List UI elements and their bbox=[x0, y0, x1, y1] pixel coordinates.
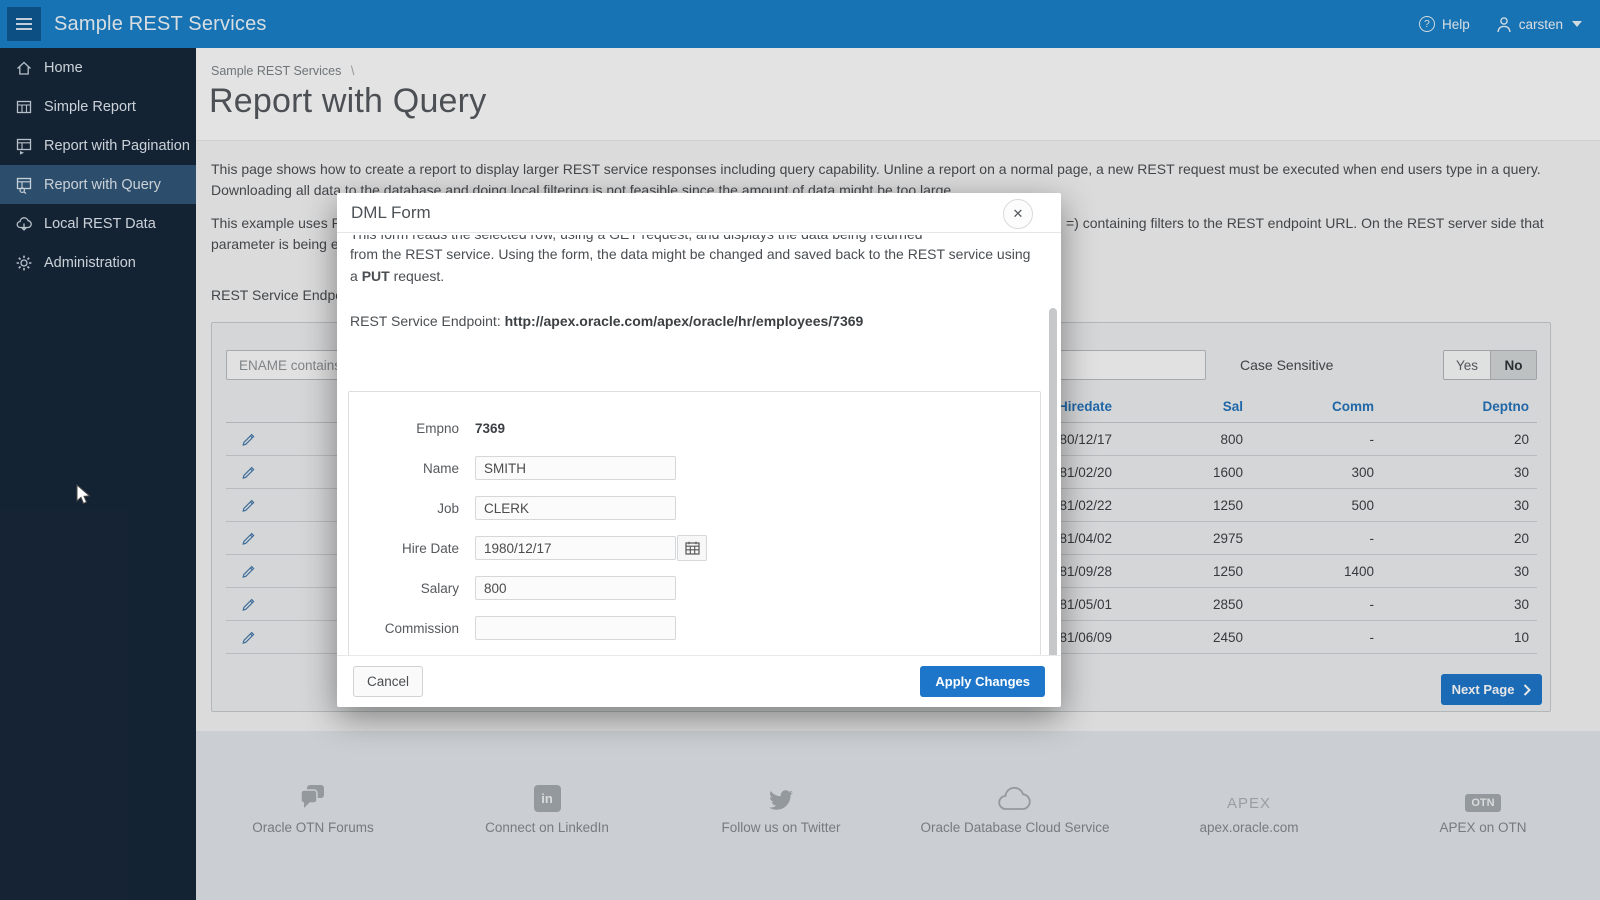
form-row-salary: Salary bbox=[349, 576, 1040, 600]
clipped-text-line: This form reads the selected row, using … bbox=[350, 235, 1035, 244]
job-label: Job bbox=[349, 501, 459, 516]
commission-field[interactable] bbox=[475, 616, 676, 640]
hiredate-label: Hire Date bbox=[349, 541, 459, 556]
form-row-hiredate: Hire Date bbox=[349, 536, 1040, 560]
dialog-body: This form reads the selected row, using … bbox=[337, 233, 1061, 655]
calendar-icon bbox=[685, 541, 700, 555]
app-screen: Sample REST Services ? Help carsten Home… bbox=[0, 0, 1600, 900]
form-row-commission: Commission bbox=[349, 616, 1040, 640]
commission-label: Commission bbox=[349, 621, 459, 636]
hiredate-field[interactable] bbox=[475, 536, 676, 560]
employee-form: Empno 7369 Name Job Hire Date bbox=[348, 391, 1041, 655]
name-label: Name bbox=[349, 461, 459, 476]
salary-field[interactable] bbox=[475, 576, 676, 600]
rest-endpoint-url: http://apex.oracle.com/apex/oracle/hr/em… bbox=[505, 313, 864, 329]
dialog-footer: Cancel Apply Changes bbox=[337, 655, 1061, 707]
datepicker-button[interactable] bbox=[677, 535, 707, 561]
dialog-description: from the REST service. Using the form, t… bbox=[350, 244, 1035, 287]
dialog-header: DML Form ✕ bbox=[337, 193, 1061, 233]
form-row-job: Job bbox=[349, 496, 1040, 520]
form-row-name: Name bbox=[349, 456, 1040, 480]
empno-label: Empno bbox=[349, 421, 459, 436]
rest-endpoint-line: REST Service Endpoint: http://apex.oracl… bbox=[350, 313, 863, 329]
dialog-title: DML Form bbox=[351, 203, 431, 223]
apply-changes-button[interactable]: Apply Changes bbox=[920, 666, 1045, 697]
close-icon: ✕ bbox=[1013, 206, 1024, 222]
close-dialog-button[interactable]: ✕ bbox=[1003, 199, 1033, 229]
dialog-scrollbar[interactable] bbox=[1049, 308, 1057, 655]
empno-value: 7369 bbox=[475, 421, 505, 436]
form-row-empno: Empno 7369 bbox=[349, 416, 1040, 440]
cancel-button[interactable]: Cancel bbox=[353, 666, 423, 697]
dml-form-dialog: DML Form ✕ This form reads the selected … bbox=[337, 193, 1061, 707]
job-field[interactable] bbox=[475, 496, 676, 520]
name-field[interactable] bbox=[475, 456, 676, 480]
salary-label: Salary bbox=[349, 581, 459, 596]
